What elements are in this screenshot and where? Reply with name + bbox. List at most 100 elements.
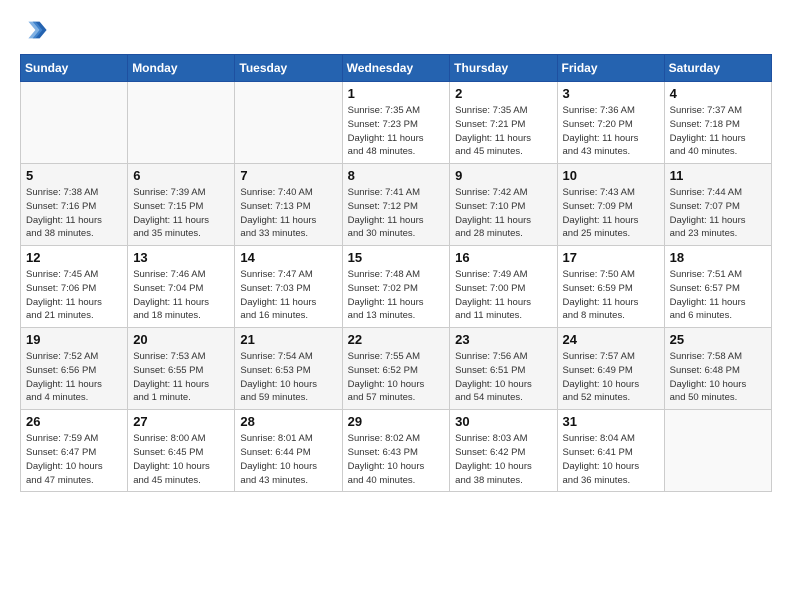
calendar-day-cell: 15 Sunrise: 7:48 AM Sunset: 7:02 PM Dayli… [342,246,450,328]
day-info: Sunrise: 7:36 AM Sunset: 7:20 PM Dayligh… [563,104,659,159]
calendar-day-cell: 24 Sunrise: 7:57 AM Sunset: 6:49 PM Dayli… [557,328,664,410]
day-number: 4 [670,86,766,101]
day-number: 16 [455,250,551,265]
day-number: 25 [670,332,766,347]
day-number: 28 [240,414,336,429]
day-number: 5 [26,168,122,183]
day-info: Sunrise: 7:46 AM Sunset: 7:04 PM Dayligh… [133,268,229,323]
day-info: Sunrise: 7:53 AM Sunset: 6:55 PM Dayligh… [133,350,229,405]
day-info: Sunrise: 7:35 AM Sunset: 7:21 PM Dayligh… [455,104,551,159]
day-info: Sunrise: 8:03 AM Sunset: 6:42 PM Dayligh… [455,432,551,487]
day-info: Sunrise: 7:47 AM Sunset: 7:03 PM Dayligh… [240,268,336,323]
calendar-day-cell: 1 Sunrise: 7:35 AM Sunset: 7:23 PM Daylig… [342,82,450,164]
calendar-week-row: 19Sunrise: 7:52 AM Sunset: 6:56 PM Dayli… [21,328,772,410]
day-number: 3 [563,86,659,101]
calendar-day-cell: 28 Sunrise: 8:01 AM Sunset: 6:44 PM Dayli… [235,410,342,492]
day-number: 6 [133,168,229,183]
day-number: 7 [240,168,336,183]
calendar-week-row: 12 Sunrise: 7:45 AM Sunset: 7:06 PM Dayli… [21,246,772,328]
weekday-header-friday: Friday [557,55,664,82]
day-info: Sunrise: 7:54 AM Sunset: 6:53 PM Dayligh… [240,350,336,405]
day-number: 2 [455,86,551,101]
day-number: 23 [455,332,551,347]
day-info: Sunrise: 7:43 AM Sunset: 7:09 PM Dayligh… [563,186,659,241]
calendar-day-cell: 17 Sunrise: 7:50 AM Sunset: 6:59 PM Dayli… [557,246,664,328]
day-number: 11 [670,168,766,183]
weekday-header-sunday: Sunday [21,55,128,82]
day-info: Sunrise: 7:49 AM Sunset: 7:00 PM Dayligh… [455,268,551,323]
day-info: Sunrise: 7:35 AM Sunset: 7:23 PM Dayligh… [348,104,445,159]
calendar-day-cell [21,82,128,164]
day-number: 15 [348,250,445,265]
day-number: 9 [455,168,551,183]
calendar-day-cell: 10Sunrise: 7:43 AM Sunset: 7:09 PM Dayli… [557,164,664,246]
day-info: Sunrise: 8:02 AM Sunset: 6:43 PM Dayligh… [348,432,445,487]
day-number: 24 [563,332,659,347]
day-number: 29 [348,414,445,429]
calendar-day-cell: 20 Sunrise: 7:53 AM Sunset: 6:55 PM Dayli… [128,328,235,410]
calendar-day-cell: 23 Sunrise: 7:56 AM Sunset: 6:51 PM Dayli… [450,328,557,410]
calendar-day-cell: 25 Sunrise: 7:58 AM Sunset: 6:48 PM Dayli… [664,328,771,410]
calendar-day-cell: 29 Sunrise: 8:02 AM Sunset: 6:43 PM Dayli… [342,410,450,492]
calendar-day-cell: 16 Sunrise: 7:49 AM Sunset: 7:00 PM Dayli… [450,246,557,328]
day-info: Sunrise: 8:01 AM Sunset: 6:44 PM Dayligh… [240,432,336,487]
day-info: Sunrise: 7:51 AM Sunset: 6:57 PM Dayligh… [670,268,766,323]
weekday-header-tuesday: Tuesday [235,55,342,82]
calendar-day-cell: 7Sunrise: 7:40 AM Sunset: 7:13 PM Daylig… [235,164,342,246]
weekday-header-saturday: Saturday [664,55,771,82]
day-info: Sunrise: 7:39 AM Sunset: 7:15 PM Dayligh… [133,186,229,241]
logo [20,16,50,44]
weekday-header-monday: Monday [128,55,235,82]
logo-icon [20,16,48,44]
day-number: 1 [348,86,445,101]
day-info: Sunrise: 7:58 AM Sunset: 6:48 PM Dayligh… [670,350,766,405]
day-info: Sunrise: 7:38 AM Sunset: 7:16 PM Dayligh… [26,186,122,241]
day-info: Sunrise: 7:55 AM Sunset: 6:52 PM Dayligh… [348,350,445,405]
page-container: SundayMondayTuesdayWednesdayThursdayFrid… [0,0,792,502]
calendar-week-row: 5 Sunrise: 7:38 AM Sunset: 7:16 PM Daylig… [21,164,772,246]
calendar-day-cell [664,410,771,492]
day-number: 22 [348,332,445,347]
calendar-day-cell: 13Sunrise: 7:46 AM Sunset: 7:04 PM Dayli… [128,246,235,328]
day-info: Sunrise: 7:44 AM Sunset: 7:07 PM Dayligh… [670,186,766,241]
day-number: 26 [26,414,122,429]
day-info: Sunrise: 7:42 AM Sunset: 7:10 PM Dayligh… [455,186,551,241]
day-info: Sunrise: 7:56 AM Sunset: 6:51 PM Dayligh… [455,350,551,405]
day-info: Sunrise: 7:59 AM Sunset: 6:47 PM Dayligh… [26,432,122,487]
day-number: 18 [670,250,766,265]
day-info: Sunrise: 7:41 AM Sunset: 7:12 PM Dayligh… [348,186,445,241]
day-number: 17 [563,250,659,265]
day-number: 20 [133,332,229,347]
calendar-day-cell: 22 Sunrise: 7:55 AM Sunset: 6:52 PM Dayli… [342,328,450,410]
calendar-day-cell: 12 Sunrise: 7:45 AM Sunset: 7:06 PM Dayli… [21,246,128,328]
calendar-day-cell: 27 Sunrise: 8:00 AM Sunset: 6:45 PM Dayli… [128,410,235,492]
day-info: Sunrise: 7:48 AM Sunset: 7:02 PM Dayligh… [348,268,445,323]
day-info: Sunrise: 8:00 AM Sunset: 6:45 PM Dayligh… [133,432,229,487]
calendar-day-cell: 19Sunrise: 7:52 AM Sunset: 6:56 PM Dayli… [21,328,128,410]
calendar-day-cell: 2 Sunrise: 7:35 AM Sunset: 7:21 PM Daylig… [450,82,557,164]
day-info: Sunrise: 7:52 AM Sunset: 6:56 PM Dayligh… [26,350,122,405]
day-info: Sunrise: 7:50 AM Sunset: 6:59 PM Dayligh… [563,268,659,323]
calendar-table: SundayMondayTuesdayWednesdayThursdayFrid… [20,54,772,492]
weekday-header-thursday: Thursday [450,55,557,82]
calendar-day-cell: 26 Sunrise: 7:59 AM Sunset: 6:47 PM Dayli… [21,410,128,492]
calendar-day-cell: 18 Sunrise: 7:51 AM Sunset: 6:57 PM Dayli… [664,246,771,328]
calendar-day-cell: 4Sunrise: 7:37 AM Sunset: 7:18 PM Daylig… [664,82,771,164]
day-number: 30 [455,414,551,429]
calendar-day-cell [128,82,235,164]
day-number: 8 [348,168,445,183]
day-number: 12 [26,250,122,265]
day-info: Sunrise: 8:04 AM Sunset: 6:41 PM Dayligh… [563,432,659,487]
day-info: Sunrise: 7:57 AM Sunset: 6:49 PM Dayligh… [563,350,659,405]
calendar-day-cell: 11 Sunrise: 7:44 AM Sunset: 7:07 PM Dayli… [664,164,771,246]
calendar-day-cell: 30 Sunrise: 8:03 AM Sunset: 6:42 PM Dayli… [450,410,557,492]
day-number: 27 [133,414,229,429]
calendar-day-cell: 21 Sunrise: 7:54 AM Sunset: 6:53 PM Dayli… [235,328,342,410]
day-number: 31 [563,414,659,429]
day-number: 21 [240,332,336,347]
calendar-day-cell: 8 Sunrise: 7:41 AM Sunset: 7:12 PM Daylig… [342,164,450,246]
calendar-day-cell: 5 Sunrise: 7:38 AM Sunset: 7:16 PM Daylig… [21,164,128,246]
calendar-day-cell: 14Sunrise: 7:47 AM Sunset: 7:03 PM Dayli… [235,246,342,328]
weekday-header-wednesday: Wednesday [342,55,450,82]
day-info: Sunrise: 7:45 AM Sunset: 7:06 PM Dayligh… [26,268,122,323]
